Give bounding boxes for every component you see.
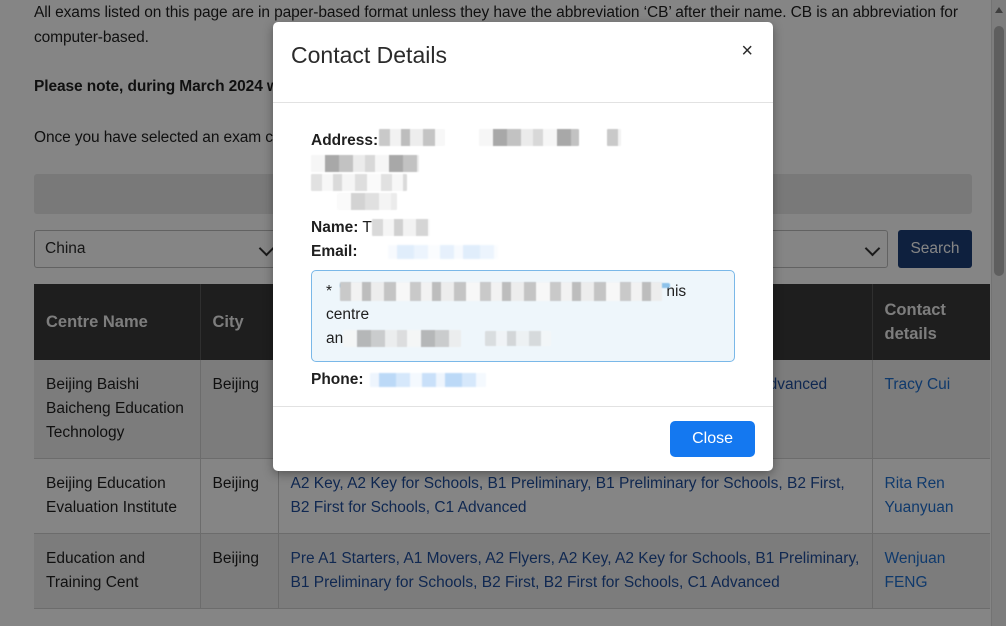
address-value-redacted	[379, 129, 446, 146]
address-value-redacted	[311, 174, 407, 191]
info-box-text-redacted	[485, 331, 552, 347]
name-label: Name:	[311, 219, 359, 236]
address-label: Address:	[311, 132, 379, 149]
name-value-redacted	[371, 219, 430, 237]
phone-field: Phone:	[311, 368, 735, 392]
address-value-redacted	[479, 129, 580, 146]
email-field: Email:	[311, 240, 735, 264]
info-box-bullet: *	[326, 283, 333, 300]
address-value-redacted	[337, 193, 397, 210]
address-value-redacted	[607, 129, 622, 146]
modal-footer: Close	[273, 406, 773, 471]
address-extra-lines	[311, 155, 735, 210]
info-box-head-2: an	[326, 330, 344, 347]
info-box-line-2: an	[326, 327, 720, 350]
address-value-redacted	[311, 155, 419, 172]
contact-details-modal: Contact Details × Address: Name: T Email…	[273, 22, 773, 471]
email-value-redacted[interactable]	[387, 244, 498, 259]
info-box-text-redacted	[340, 282, 663, 302]
phone-value-redacted	[369, 372, 486, 387]
info-box-text-redacted	[343, 330, 462, 348]
modal-body: Address: Name: T Email: * his centre an	[273, 103, 773, 406]
info-box: * his centre an	[311, 270, 735, 362]
name-field: Name: T	[311, 216, 735, 240]
modal-header: Contact Details ×	[273, 22, 773, 103]
address-field: Address:	[311, 129, 735, 153]
close-icon[interactable]: ×	[739, 40, 755, 62]
close-button[interactable]: Close	[670, 421, 755, 457]
email-label: Email:	[311, 243, 358, 260]
modal-title: Contact Details	[291, 42, 447, 68]
name-value-visible: T	[362, 219, 372, 236]
phone-label: Phone:	[311, 371, 364, 388]
